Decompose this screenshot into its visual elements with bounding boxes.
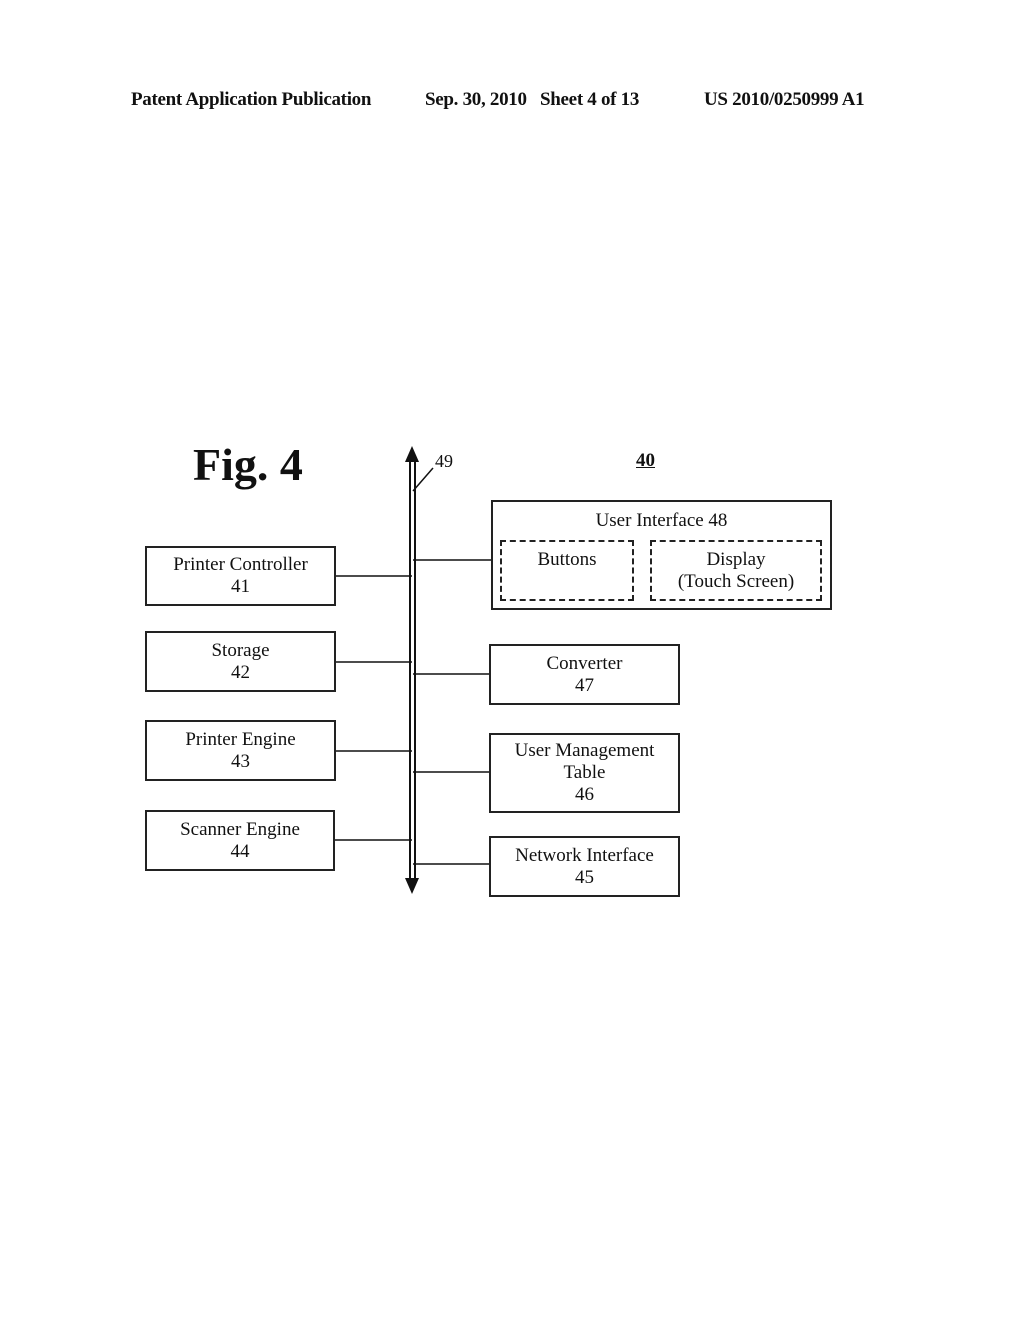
block-label: Network Interface xyxy=(515,844,654,866)
display-label: Display xyxy=(706,549,766,570)
network-interface-block: Network Interface 45 xyxy=(489,836,680,897)
block-label: Printer Controller xyxy=(173,554,308,575)
user-interface-title: User Interface 48 xyxy=(595,510,728,531)
block-ref: 42 xyxy=(231,661,250,683)
block-label: Scanner Engine xyxy=(180,818,300,840)
bus-arrow-up xyxy=(405,446,419,462)
printer-controller-block: Printer Controller 41 xyxy=(145,546,336,606)
block-label: User Management xyxy=(514,740,655,761)
user-interface-block: User Interface 48 Buttons Display (Touch… xyxy=(491,500,832,610)
scanner-engine-block: Scanner Engine 44 xyxy=(145,810,335,871)
buttons-label: Buttons xyxy=(537,549,597,570)
block-ref: 47 xyxy=(575,674,594,696)
block-label: Printer Engine xyxy=(185,728,296,750)
display-subblock: Display (Touch Screen) xyxy=(650,540,822,601)
block-ref: 43 xyxy=(231,750,250,772)
block-label: Storage xyxy=(211,639,270,661)
block-label-line2: Table xyxy=(563,762,606,783)
block-label: Converter xyxy=(546,652,623,674)
storage-block: Storage 42 xyxy=(145,631,336,692)
user-management-table-block: User Management Table 46 xyxy=(489,733,680,813)
block-ref: 41 xyxy=(231,576,250,597)
block-ref: 46 xyxy=(575,784,594,805)
printer-engine-block: Printer Engine 43 xyxy=(145,720,336,781)
buttons-subblock: Buttons xyxy=(500,540,634,601)
block-ref: 45 xyxy=(575,866,594,888)
converter-block: Converter 47 xyxy=(489,644,680,705)
bus-arrow-down xyxy=(405,878,419,894)
display-sublabel: (Touch Screen) xyxy=(677,571,795,592)
block-ref: 44 xyxy=(230,840,250,862)
